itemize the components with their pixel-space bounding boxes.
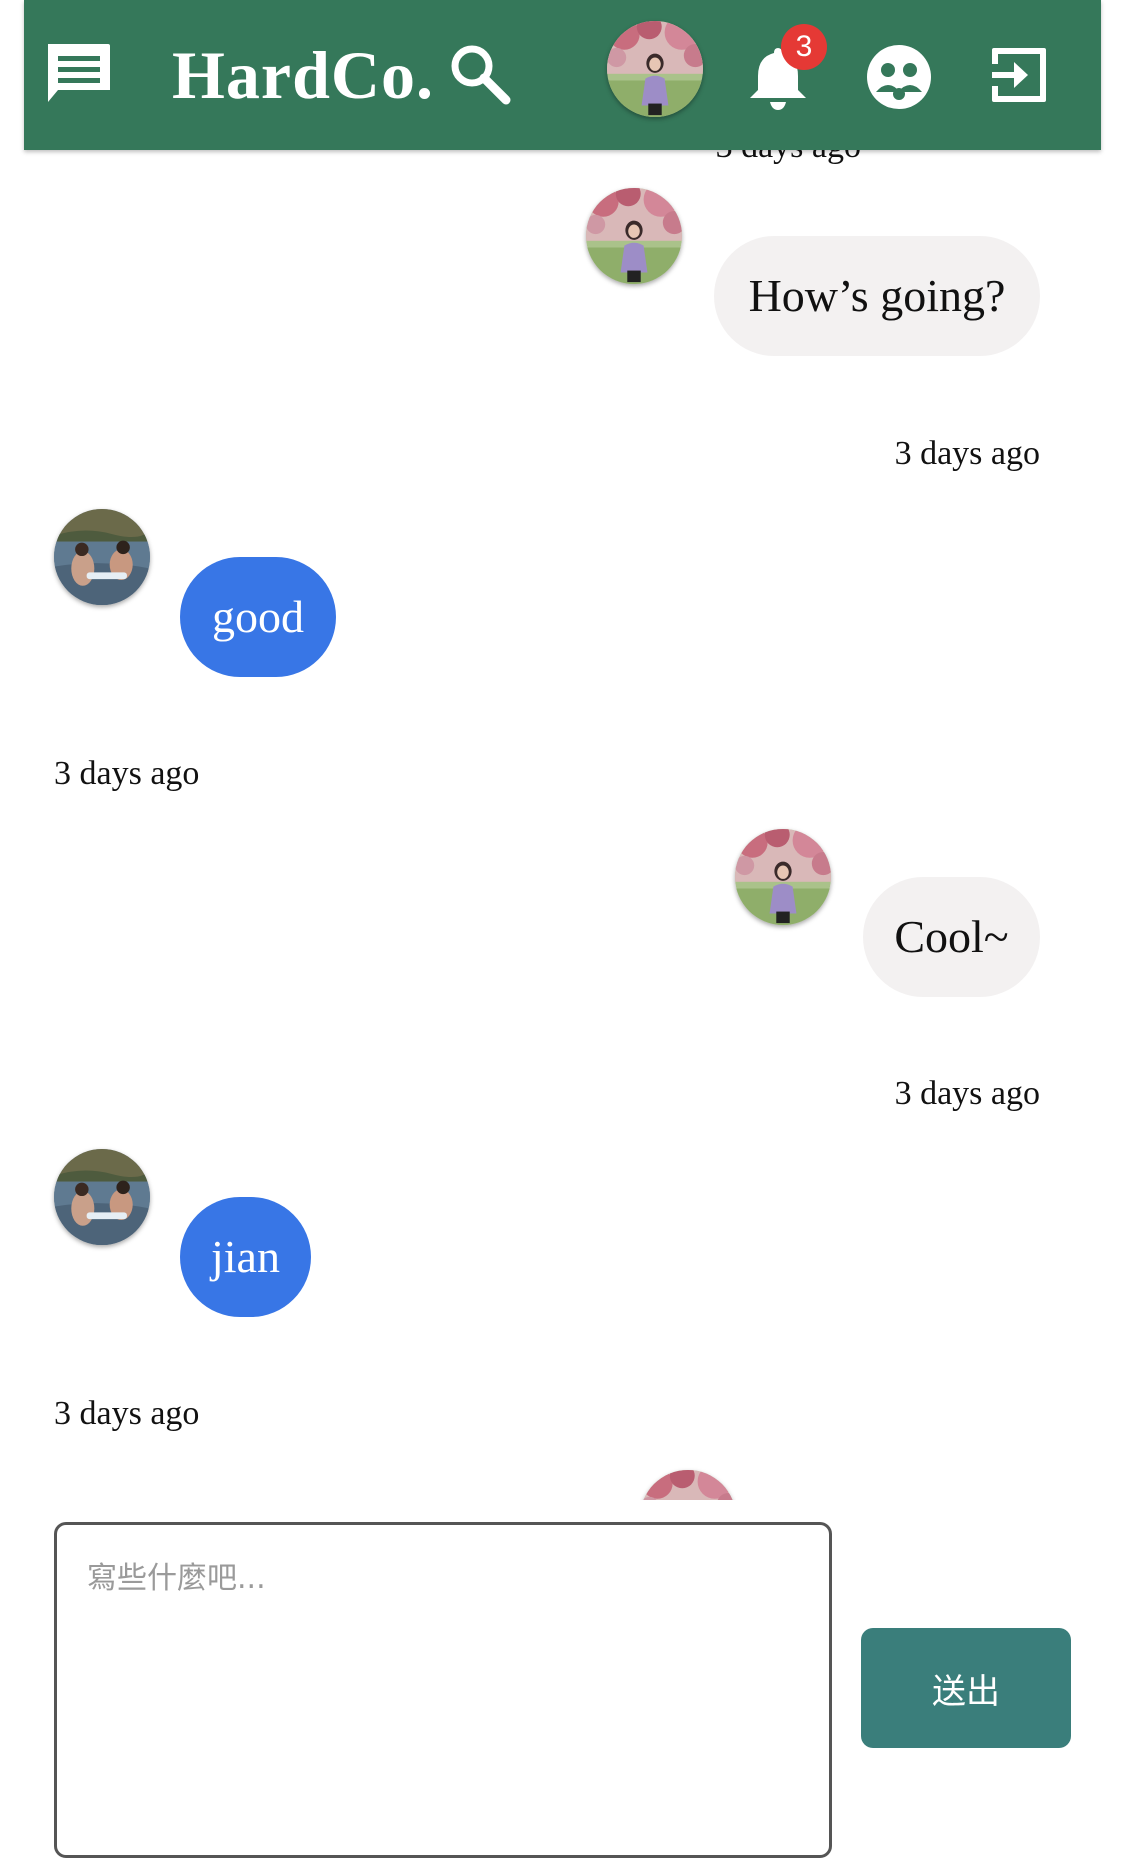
contact-avatar[interactable]	[54, 509, 150, 605]
message-timestamp: 3 days ago	[894, 1075, 1040, 1112]
message-timestamp: 3 days ago	[54, 755, 200, 792]
chat-page: 3 days ago How’s going? 3 days ago good …	[0, 0, 1125, 1875]
self-avatar[interactable]	[586, 188, 682, 284]
notification-badge: 3	[781, 24, 827, 70]
message-bubble-other: jian	[180, 1197, 311, 1317]
next-message-peek	[640, 1460, 736, 1500]
message-timestamp: 3 days ago	[54, 1395, 200, 1432]
chat-icon[interactable]	[44, 42, 112, 106]
contact-avatar[interactable]	[54, 1149, 150, 1245]
send-button[interactable]: 送出	[861, 1628, 1071, 1748]
message-timestamp: 3 days ago	[894, 435, 1040, 472]
people-icon[interactable]	[866, 44, 932, 110]
message-bubble-self: How’s going?	[714, 236, 1040, 356]
message-bubble-other: good	[180, 557, 336, 677]
top-nav-bar: HardCo. 3	[24, 0, 1101, 150]
logout-icon[interactable]	[988, 44, 1050, 106]
message-bubble-self: Cool~	[863, 877, 1040, 997]
brand-logo[interactable]: HardCo.	[172, 30, 434, 120]
search-icon[interactable]	[448, 42, 512, 106]
user-profile-avatar[interactable]	[607, 21, 703, 117]
message-input[interactable]	[54, 1522, 832, 1858]
self-avatar[interactable]	[735, 829, 831, 925]
message-list[interactable]: 3 days ago How’s going? 3 days ago good …	[0, 0, 1125, 1500]
self-avatar[interactable]	[640, 1470, 736, 1500]
